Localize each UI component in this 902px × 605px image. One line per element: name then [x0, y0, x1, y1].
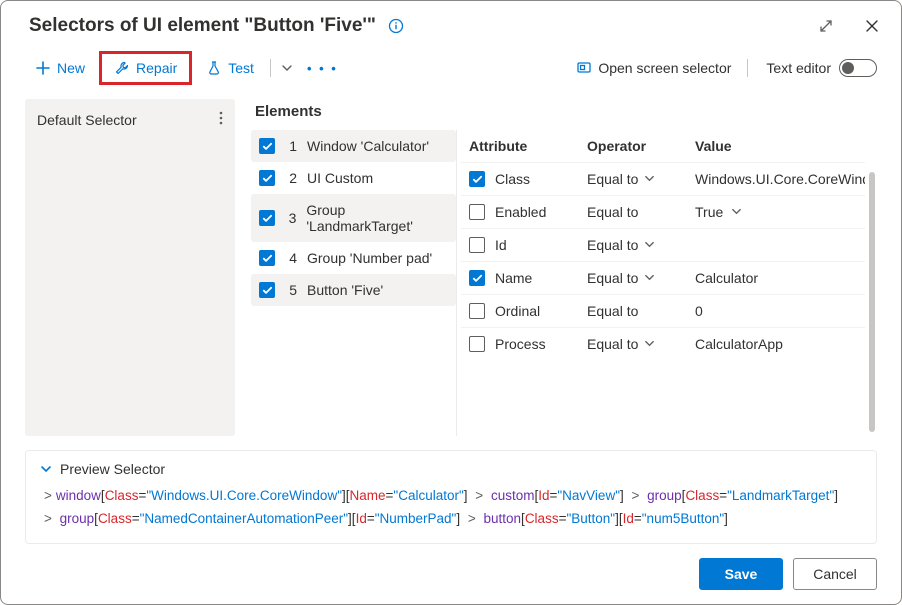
dialog-window: Selectors of UI element "Button 'Five'" … [0, 0, 902, 605]
chevron-down-icon [644, 270, 655, 286]
element-row-label: Group 'LandmarkTarget' [306, 202, 448, 234]
element-row-label: Group 'Number pad' [307, 250, 432, 266]
attribute-name: Enabled [495, 204, 546, 220]
attribute-row: Enabled Equal to True [461, 195, 865, 228]
attributes-header-value: Value [695, 138, 857, 154]
preview-selector-label: Preview Selector [60, 461, 165, 477]
test-button-label: Test [228, 60, 254, 76]
cancel-button[interactable]: Cancel [793, 558, 877, 590]
attribute-value: CalculatorApp [695, 336, 857, 352]
repair-button-label: Repair [136, 60, 177, 76]
preview-selector-toggle[interactable]: Preview Selector [40, 461, 862, 477]
chevron-down-icon [644, 171, 655, 187]
element-row[interactable]: 3 Group 'LandmarkTarget' [251, 194, 456, 242]
attribute-name: Class [495, 171, 530, 187]
elements-heading: Elements [251, 99, 877, 130]
text-editor-toggle[interactable] [839, 59, 877, 77]
attribute-operator[interactable]: Equal to [587, 336, 687, 352]
chevron-down-icon [731, 204, 742, 220]
new-button-label: New [57, 60, 85, 76]
selector-item-more-icon[interactable] [219, 111, 223, 128]
element-row-checkbox[interactable] [259, 250, 275, 266]
preview-selector-text: >window[Class="Windows.UI.Core.CoreWindo… [40, 485, 862, 531]
attribute-row: Class Equal to Windows.UI.Core.CoreWindow [461, 162, 865, 195]
attribute-row: Name Equal to Calculator [461, 261, 865, 294]
element-row-label: Button 'Five' [307, 282, 383, 298]
dialog-title: Selectors of UI element "Button 'Five'" [29, 15, 376, 37]
info-icon[interactable] [388, 18, 404, 34]
attribute-value: Calculator [695, 270, 857, 286]
attribute-operator: Equal to [587, 204, 687, 220]
titlebar: Selectors of UI element "Button 'Five'" [1, 1, 901, 41]
attribute-row: Process Equal to CalculatorApp [461, 327, 865, 360]
selector-item-label: Default Selector [37, 112, 137, 128]
attributes-header-row: Attribute Operator Value [461, 130, 865, 162]
selectors-sidebar: Default Selector [25, 99, 235, 436]
close-icon[interactable] [863, 17, 881, 35]
attribute-checkbox[interactable] [469, 336, 485, 352]
toolbar-divider-2 [747, 59, 748, 77]
attribute-checkbox[interactable] [469, 270, 485, 286]
element-row-index: 4 [285, 250, 297, 266]
attribute-checkbox[interactable] [469, 303, 485, 319]
element-row-index: 3 [285, 210, 296, 226]
element-row-index: 1 [285, 138, 297, 154]
dialog-footer: Save Cancel [25, 544, 877, 590]
preview-selector-panel: Preview Selector >window[Class="Windows.… [25, 450, 877, 544]
attribute-operator[interactable]: Equal to [587, 237, 687, 253]
cancel-button-label: Cancel [813, 566, 857, 582]
attribute-value: Windows.UI.Core.CoreWindow [695, 171, 865, 187]
text-editor-label: Text editor [766, 60, 831, 76]
attribute-checkbox[interactable] [469, 237, 485, 253]
test-dropdown-button[interactable] [277, 58, 297, 78]
element-row[interactable]: 1 Window 'Calculator' [251, 130, 456, 162]
element-row-label: UI Custom [307, 170, 373, 186]
attributes-pane: Attribute Operator Value Class Equal to Wi… [456, 130, 877, 436]
element-row-checkbox[interactable] [259, 210, 275, 226]
attribute-name: Name [495, 270, 532, 286]
element-row[interactable]: 5 Button 'Five' [251, 274, 456, 306]
save-button[interactable]: Save [699, 558, 783, 590]
element-row-checkbox[interactable] [259, 282, 275, 298]
element-row-checkbox[interactable] [259, 138, 275, 154]
more-actions-button[interactable]: • • • [301, 57, 344, 80]
element-row-index: 5 [285, 282, 297, 298]
test-button[interactable]: Test [196, 56, 264, 80]
element-row-checkbox[interactable] [259, 170, 275, 186]
element-row[interactable]: 2 UI Custom [251, 162, 456, 194]
save-button-label: Save [725, 566, 758, 582]
attribute-operator[interactable]: Equal to [587, 171, 687, 187]
element-row[interactable]: 4 Group 'Number pad' [251, 242, 456, 274]
attribute-value: 0 [695, 303, 857, 319]
attribute-operator: Equal to [587, 303, 687, 319]
attribute-checkbox[interactable] [469, 204, 485, 220]
selector-item-default[interactable]: Default Selector [25, 101, 235, 138]
element-row-index: 2 [285, 170, 297, 186]
elements-list: 1 Window 'Calculator' 2 UI Custom 3 Group 'La… [251, 130, 456, 436]
attribute-name: Process [495, 336, 546, 352]
attribute-name: Id [495, 237, 507, 253]
attributes-header-attribute: Attribute [469, 138, 579, 154]
repair-button[interactable]: Repair [99, 51, 192, 85]
resize-diagonal-icon[interactable] [817, 17, 835, 35]
attribute-row: Id Equal to [461, 228, 865, 261]
chevron-down-icon [644, 336, 655, 352]
open-screen-selector-button[interactable]: Open screen selector [566, 56, 741, 80]
main-pane: Elements 1 Window 'Calculator' 2 UI Custom 3… [251, 99, 877, 436]
attribute-checkbox[interactable] [469, 171, 485, 187]
element-row-label: Window 'Calculator' [307, 138, 429, 154]
chevron-down-icon [644, 237, 655, 253]
attribute-row: Ordinal Equal to 0 [461, 294, 865, 327]
attribute-value[interactable]: True [695, 204, 857, 220]
attributes-header-operator: Operator [587, 138, 687, 154]
new-button[interactable]: New [25, 56, 95, 80]
toolbar: New Repair Test • • • Open screen select… [1, 41, 901, 99]
toolbar-divider [270, 59, 271, 77]
attribute-name: Ordinal [495, 303, 540, 319]
open-screen-selector-label: Open screen selector [598, 60, 731, 76]
attributes-scrollbar[interactable] [869, 172, 875, 432]
attribute-operator[interactable]: Equal to [587, 270, 687, 286]
